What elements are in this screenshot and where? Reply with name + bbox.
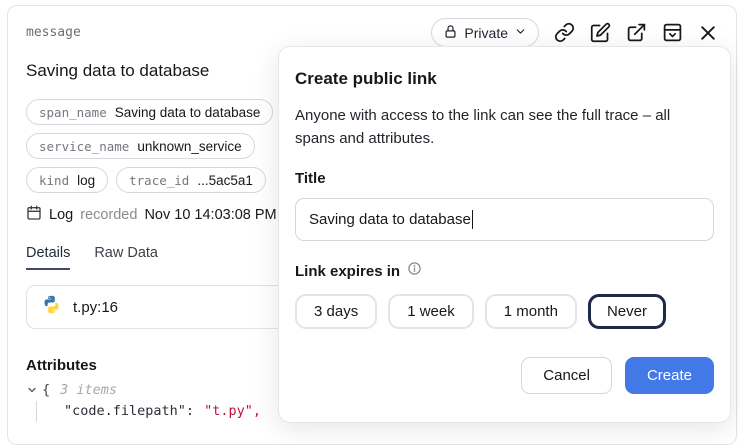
create-button[interactable]: Create [625, 357, 714, 394]
copy-link-button[interactable] [554, 22, 575, 43]
title-input-value: Saving data to database [309, 211, 471, 228]
source-location-card[interactable]: t.py:16 [26, 285, 289, 329]
dialog-footer: Cancel Create [295, 357, 714, 394]
dock-panel-button[interactable] [662, 22, 683, 43]
expiry-option-1-week[interactable]: 1 week [388, 294, 474, 329]
python-logo-icon [41, 294, 62, 320]
json-collapse-caret-icon[interactable] [26, 384, 38, 396]
expiry-option-never[interactable]: Never [588, 294, 666, 329]
json-key: "code.filepath" [64, 403, 186, 419]
expires-label-row: Link expires in [295, 261, 714, 281]
json-open-brace: { [42, 382, 50, 398]
dock-bottom-icon [662, 22, 683, 43]
json-value: "t.py", [204, 403, 261, 419]
badge-key: trace_id [129, 173, 189, 188]
cancel-button[interactable]: Cancel [521, 357, 612, 394]
badge-key: service_name [39, 139, 129, 154]
calendar-icon [26, 205, 42, 225]
badge-value: log [77, 173, 95, 188]
json-colon: : [186, 403, 194, 419]
badge-trace-id[interactable]: trace_id ...5ac5a1 [116, 167, 266, 193]
dialog-title: Create public link [295, 69, 714, 89]
edit-icon [590, 22, 611, 43]
record-verb: recorded [80, 207, 137, 223]
expiry-option-1-month[interactable]: 1 month [485, 294, 577, 329]
source-location-text: t.py:16 [73, 299, 118, 316]
external-link-icon [626, 22, 647, 43]
json-items-count: 3 items [60, 382, 117, 398]
info-icon[interactable] [407, 261, 422, 281]
tab-raw-data[interactable]: Raw Data [94, 245, 158, 270]
title-input[interactable]: Saving data to database [295, 198, 714, 241]
panel-actions: Private [431, 18, 718, 47]
badge-value: Saving data to database [115, 105, 261, 120]
badge-key: kind [39, 173, 69, 188]
panel-header: message Private [26, 18, 718, 47]
link-icon [554, 22, 575, 43]
badge-service-name[interactable]: service_name unknown_service [26, 133, 255, 159]
chevron-down-icon [514, 25, 527, 41]
close-icon [698, 23, 718, 43]
badge-key: span_name [39, 105, 107, 120]
record-timestamp: Nov 10 14:03:08 PM [144, 207, 276, 223]
tab-details[interactable]: Details [26, 245, 70, 270]
title-field-label: Title [295, 170, 714, 187]
create-public-link-dialog: Create public link Anyone with access to… [278, 46, 731, 423]
open-external-button[interactable] [626, 22, 647, 43]
privacy-dropdown-button[interactable]: Private [431, 18, 539, 47]
lock-icon [443, 24, 458, 42]
expires-label: Link expires in [295, 263, 400, 280]
expiry-option-3-days[interactable]: 3 days [295, 294, 377, 329]
edit-button[interactable] [590, 22, 611, 43]
expiry-options: 3 days 1 week 1 month Never [295, 294, 714, 329]
dialog-description: Anyone with access to the link can see t… [295, 105, 714, 150]
message-eyebrow: message [26, 25, 81, 40]
text-caret [472, 210, 474, 229]
badge-value: ...5ac5a1 [197, 173, 253, 188]
badge-kind[interactable]: kind log [26, 167, 108, 193]
close-panel-button[interactable] [698, 23, 718, 43]
record-kind: Log [49, 207, 73, 223]
badge-span-name[interactable]: span_name Saving data to database [26, 99, 273, 125]
badge-value: unknown_service [137, 139, 241, 154]
privacy-label: Private [464, 25, 508, 41]
